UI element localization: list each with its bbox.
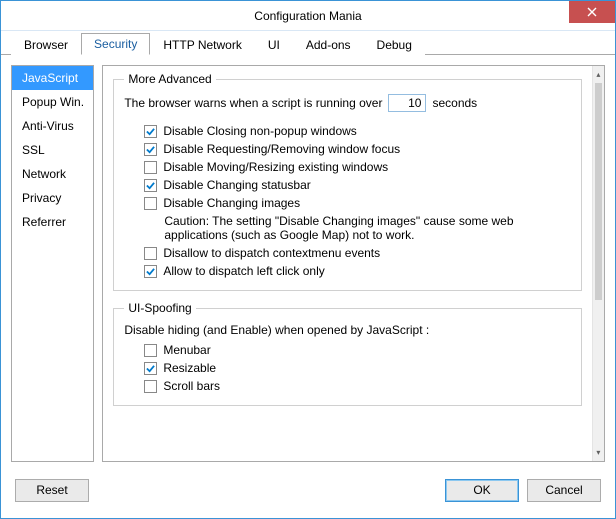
- opt-disable-images: Disable Changing images: [124, 194, 570, 212]
- titlebar: Configuration Mania: [1, 1, 615, 31]
- group-more-advanced: More Advanced The browser warns when a s…: [113, 72, 581, 291]
- checkbox-disable-images[interactable]: [144, 197, 157, 210]
- scroll-track[interactable]: [593, 83, 604, 444]
- tab-addons[interactable]: Add-ons: [293, 34, 364, 55]
- checkbox-disable-statusbar[interactable]: [144, 179, 157, 192]
- reset-button[interactable]: Reset: [15, 479, 89, 502]
- body: JavaScript Popup Win. Anti-Virus SSL Net…: [1, 55, 615, 472]
- tab-ui[interactable]: UI: [255, 34, 293, 55]
- opt-disable-moving: Disable Moving/Resizing existing windows: [124, 158, 570, 176]
- close-button[interactable]: [569, 1, 615, 23]
- caution-text: Caution: The setting "Disable Changing i…: [124, 212, 570, 244]
- spoof-desc: Disable hiding (and Enable) when opened …: [124, 321, 570, 341]
- scroll-up-button[interactable]: ▴: [593, 66, 604, 83]
- sidebar-item-privacy[interactable]: Privacy: [12, 186, 93, 210]
- sidebar-item-anti-virus[interactable]: Anti-Virus: [12, 114, 93, 138]
- cancel-button[interactable]: Cancel: [527, 479, 601, 502]
- label-menubar: Menubar: [163, 343, 210, 357]
- sidebar-item-ssl[interactable]: SSL: [12, 138, 93, 162]
- tab-debug[interactable]: Debug: [364, 34, 425, 55]
- label-resizable: Resizable: [163, 361, 216, 375]
- checkbox-scrollbars[interactable]: [144, 380, 157, 393]
- tab-http-network[interactable]: HTTP Network: [150, 34, 254, 55]
- opt-allow-leftclick: Allow to dispatch left click only: [124, 262, 570, 280]
- label-disable-focus: Disable Requesting/Removing window focus: [163, 142, 400, 156]
- checkbox-menubar[interactable]: [144, 344, 157, 357]
- warn-row: The browser warns when a script is runni…: [124, 92, 570, 114]
- legend-ui-spoofing: UI-Spoofing: [124, 301, 195, 315]
- opt-scrollbars: Scroll bars: [124, 377, 570, 395]
- label-disable-moving: Disable Moving/Resizing existing windows: [163, 160, 388, 174]
- tab-browser[interactable]: Browser: [11, 34, 81, 55]
- label-disable-images: Disable Changing images: [163, 196, 300, 210]
- opt-disable-closing: Disable Closing non-popup windows: [124, 122, 570, 140]
- sidebar-item-referrer[interactable]: Referrer: [12, 210, 93, 234]
- window: Configuration Mania Browser Security HTT…: [0, 0, 616, 519]
- checkbox-disable-moving[interactable]: [144, 161, 157, 174]
- content-wrap: More Advanced The browser warns when a s…: [102, 65, 605, 462]
- scroll-thumb[interactable]: [595, 83, 602, 300]
- label-allow-leftclick: Allow to dispatch left click only: [163, 264, 324, 278]
- scroll-down-button[interactable]: ▾: [593, 444, 604, 461]
- sidebar-item-javascript[interactable]: JavaScript: [12, 66, 93, 90]
- footer: Reset OK Cancel: [1, 472, 615, 518]
- checkbox-disable-closing[interactable]: [144, 125, 157, 138]
- sidebar: JavaScript Popup Win. Anti-Virus SSL Net…: [11, 65, 94, 462]
- tab-security[interactable]: Security: [81, 33, 150, 55]
- checkbox-resizable[interactable]: [144, 362, 157, 375]
- content: More Advanced The browser warns when a s…: [103, 66, 591, 461]
- label-scrollbars: Scroll bars: [163, 379, 220, 393]
- window-title: Configuration Mania: [254, 9, 361, 23]
- label-disable-statusbar: Disable Changing statusbar: [163, 178, 310, 192]
- chevron-down-icon: ▾: [596, 448, 600, 457]
- opt-disable-focus: Disable Requesting/Removing window focus: [124, 140, 570, 158]
- close-icon: [587, 7, 597, 17]
- opt-resizable: Resizable: [124, 359, 570, 377]
- chevron-up-icon: ▴: [596, 70, 600, 79]
- tab-bar: Browser Security HTTP Network UI Add-ons…: [1, 31, 615, 55]
- warn-prefix: The browser warns when a script is runni…: [124, 96, 382, 110]
- ok-button[interactable]: OK: [445, 479, 519, 502]
- label-disallow-contextmenu: Disallow to dispatch contextmenu events: [163, 246, 380, 260]
- opt-disallow-contextmenu: Disallow to dispatch contextmenu events: [124, 244, 570, 262]
- group-ui-spoofing: UI-Spoofing Disable hiding (and Enable) …: [113, 301, 581, 406]
- checkbox-disable-focus[interactable]: [144, 143, 157, 156]
- checkbox-allow-leftclick[interactable]: [144, 265, 157, 278]
- opt-disable-statusbar: Disable Changing statusbar: [124, 176, 570, 194]
- opt-menubar: Menubar: [124, 341, 570, 359]
- checkbox-disallow-contextmenu[interactable]: [144, 247, 157, 260]
- scrollbar[interactable]: ▴ ▾: [592, 66, 604, 461]
- legend-more-advanced: More Advanced: [124, 72, 215, 86]
- warn-suffix: seconds: [432, 96, 477, 110]
- sidebar-item-popup-win[interactable]: Popup Win.: [12, 90, 93, 114]
- sidebar-item-network[interactable]: Network: [12, 162, 93, 186]
- warn-seconds-input[interactable]: [388, 94, 426, 112]
- label-disable-closing: Disable Closing non-popup windows: [163, 124, 356, 138]
